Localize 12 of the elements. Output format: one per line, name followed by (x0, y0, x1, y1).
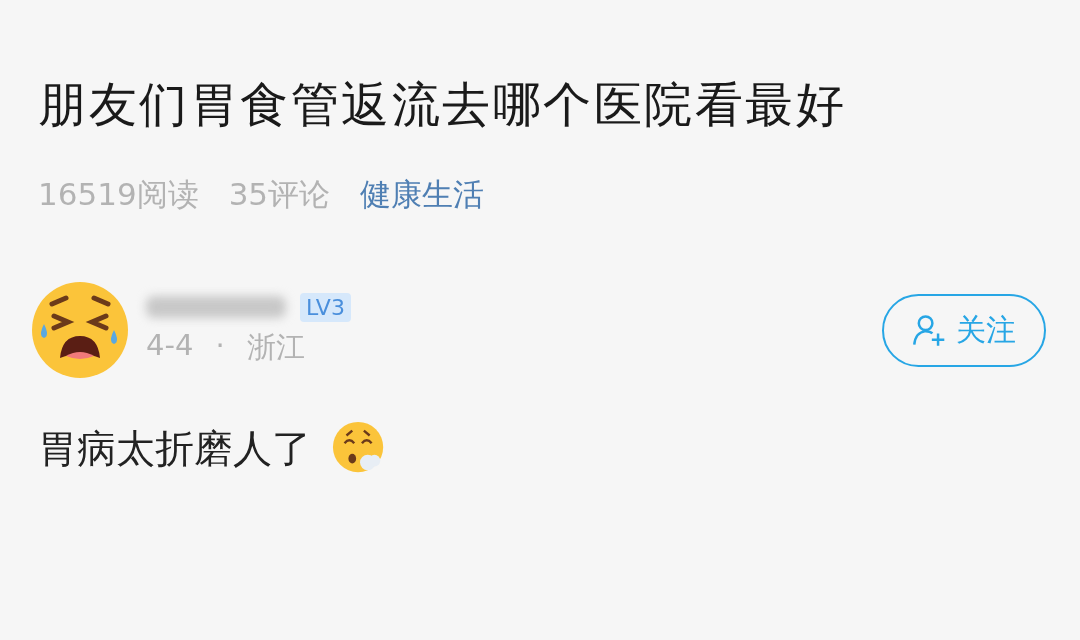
comment-date: 4-4 (146, 327, 194, 364)
level-badge: LV3 (300, 292, 351, 322)
follow-button[interactable]: 关注 (882, 293, 1046, 367)
comment-count: 35评论 (228, 175, 331, 214)
view-count: 16519阅读 (38, 175, 199, 214)
location: 浙江 (246, 328, 305, 366)
add-user-icon (912, 313, 946, 347)
crying-face-avatar-icon[interactable] (30, 280, 130, 380)
topic-link[interactable]: 健康生活 (360, 174, 485, 216)
post-title: 朋友们胃食管返流去哪个医院看最好 (38, 75, 847, 134)
separator-dot: · (215, 327, 225, 364)
comment-text: 胃病太折磨人了 (38, 425, 311, 473)
